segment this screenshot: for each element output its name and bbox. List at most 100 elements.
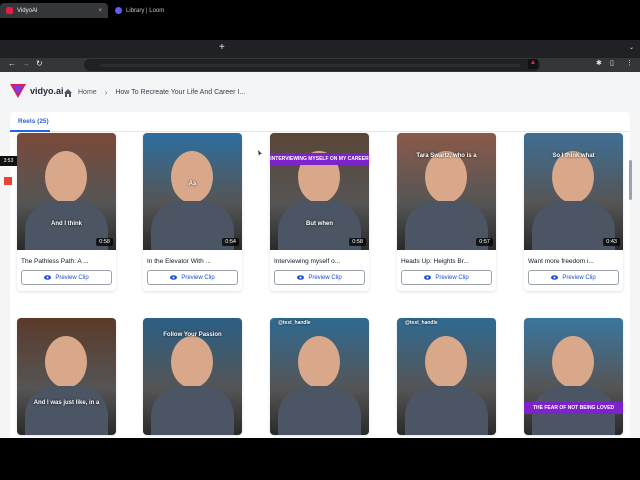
chevron-right-icon: › <box>104 88 108 97</box>
reel-caption: And I think <box>51 221 82 227</box>
reel-thumbnail[interactable]: Follow Your Passion <box>143 318 242 435</box>
speaker-body <box>25 386 108 435</box>
reel-card[interactable]: @test_handle <box>397 318 496 435</box>
reel-thumbnail[interactable]: And I was just like, in a <box>17 318 116 435</box>
screen: VidyoAI × Library | Loom + ⌄ ← → ↻ ▮ ▲ ✱… <box>0 0 640 480</box>
reel-thumbnail[interactable]: @test_handle <box>397 318 496 435</box>
tab-active-indicator <box>10 130 50 132</box>
speaker-body <box>151 386 234 435</box>
preview-clip-label: Preview Clip <box>55 274 89 281</box>
speaker-face <box>552 336 594 388</box>
eye-icon <box>424 275 432 280</box>
reel-card[interactable]: So I think what 0:43 Want more freedom i..… <box>524 133 623 291</box>
reel-thumbnail[interactable]: INTERVIEWING MYSELF ON MY CAREER But when… <box>270 133 369 250</box>
reel-title: Want more freedom i... <box>528 258 594 265</box>
reel-caption: Tara Swartz, who is a <box>416 153 477 159</box>
duration-badge: 0:58 <box>96 238 113 246</box>
reel-card[interactable]: THE FEAR OF NOT BEING LOVED <box>524 318 623 435</box>
tab-search-icon[interactable]: ⌄ <box>629 44 634 51</box>
reels-panel: Reels (25) And I think 0:58 The Pathless P… <box>10 112 630 438</box>
tab-loom[interactable]: Library | Loom <box>109 3 213 18</box>
extension-vidyo-icon[interactable]: ▲ <box>528 59 538 69</box>
browser-tab-bar <box>0 40 640 58</box>
logo-text: vidyo.ai <box>30 86 64 96</box>
reel-thumbnail[interactable]: So I think what 0:43 <box>524 133 623 250</box>
speaker-face <box>171 336 213 388</box>
reel-caption: But when <box>306 221 333 227</box>
home-icon[interactable] <box>64 88 72 97</box>
eye-icon <box>170 275 178 280</box>
mouse-cursor-icon <box>258 150 262 156</box>
reel-title: Heads Up: Heights Br... <box>401 258 469 265</box>
reel-caption: As <box>188 181 197 187</box>
app-header: vidyo.ai Home › How To Recreate Your Lif… <box>0 72 640 110</box>
speaker-face <box>298 336 340 388</box>
preview-clip-label: Preview Clip <box>435 274 469 281</box>
reel-card[interactable]: INTERVIEWING MYSELF ON MY CAREER But when… <box>270 133 369 291</box>
speaker-face <box>425 336 467 388</box>
speaker-face <box>45 336 87 388</box>
caption-banner: INTERVIEWING MYSELF ON MY CAREER <box>270 153 369 165</box>
speaker-body <box>278 386 361 435</box>
reel-thumbnail[interactable]: THE FEAR OF NOT BEING LOVED <box>524 318 623 435</box>
preview-clip-label: Preview Clip <box>181 274 215 281</box>
reel-title: In the Elevator With ... <box>147 258 211 265</box>
reload-icon[interactable]: ↻ <box>36 59 43 68</box>
eye-icon <box>44 275 52 280</box>
speaker-body <box>405 386 488 435</box>
duration-badge: 0:43 <box>603 238 620 246</box>
reel-card[interactable]: As 0:54 In the Elevator With ... Preview Cl… <box>143 133 242 291</box>
speaker-face <box>171 151 213 203</box>
reel-caption: Follow Your Passion <box>163 332 222 338</box>
back-icon[interactable]: ← <box>8 59 16 68</box>
sidebar-icon[interactable]: ▯ <box>610 59 614 67</box>
reel-caption: And I was just like, in a <box>33 400 100 406</box>
menu-kebab-icon[interactable]: ⋮ <box>626 59 633 67</box>
preview-clip-button[interactable]: Preview Clip <box>528 270 619 285</box>
preview-clip-button[interactable]: Preview Clip <box>21 270 112 285</box>
vidyo-favicon-icon <box>6 7 13 14</box>
preview-clip-label: Preview Clip <box>308 274 342 281</box>
page-title: How To Recreate Your Life And Career I..… <box>115 89 246 96</box>
blurred-url <box>100 64 520 67</box>
page-content: vidyo.ai Home › How To Recreate Your Lif… <box>0 72 640 438</box>
speaker-face <box>45 151 87 203</box>
reel-title: Interviewing myself o... <box>274 258 341 265</box>
breadcrumb: Home › How To Recreate Your Life And Car… <box>64 88 245 97</box>
loom-favicon-icon <box>115 7 122 14</box>
breadcrumb-home[interactable]: Home <box>78 89 97 96</box>
reel-card[interactable]: Follow Your Passion <box>143 318 242 435</box>
duration-badge: 0:58 <box>349 238 366 246</box>
preview-clip-button[interactable]: Preview Clip <box>274 270 365 285</box>
reel-thumbnail[interactable]: And I think 0:58 <box>17 133 116 250</box>
extensions-puzzle-icon[interactable]: ✱ <box>596 59 602 67</box>
reel-card[interactable]: @test_handle <box>270 318 369 435</box>
reel-card[interactable]: And I was just like, in a <box>17 318 116 435</box>
recording-timer: 3:53 <box>0 156 17 166</box>
reel-thumbnail[interactable]: As 0:54 <box>143 133 242 250</box>
tab-label: VidyoAI <box>17 7 38 14</box>
reel-thumbnail[interactable]: Tara Swartz, who is a 0:57 <box>397 133 496 250</box>
eye-icon <box>551 275 559 280</box>
reel-card[interactable]: And I think 0:58 The Pathless Path: A ... P… <box>17 133 116 291</box>
stop-recording-button[interactable] <box>4 177 12 185</box>
scrollbar[interactable] <box>629 160 632 200</box>
preview-clip-button[interactable]: Preview Clip <box>147 270 238 285</box>
logo[interactable]: vidyo.ai <box>10 84 64 98</box>
reel-thumbnail[interactable]: @test_handle <box>270 318 369 435</box>
duration-badge: 0:57 <box>476 238 493 246</box>
reel-caption: @test_handle <box>405 320 438 326</box>
tab-vidyoai[interactable]: VidyoAI × <box>0 3 108 18</box>
reel-card[interactable]: Tara Swartz, who is a 0:57 Heads Up: Heigh… <box>397 133 496 291</box>
tab-label: Library | Loom <box>126 7 165 14</box>
close-tab-icon[interactable]: × <box>98 8 102 14</box>
preview-clip-button[interactable]: Preview Clip <box>401 270 492 285</box>
forward-icon[interactable]: → <box>22 59 30 68</box>
tabs: Reels (25) <box>10 112 630 132</box>
tab-reels[interactable]: Reels (25) <box>18 118 49 125</box>
reel-caption: @test_handle <box>278 320 311 326</box>
new-tab-button[interactable]: + <box>219 43 225 53</box>
vidyo-logo-icon <box>10 84 26 98</box>
preview-clip-label: Preview Clip <box>562 274 596 281</box>
reel-caption: THE FEAR OF NOT BEING LOVED <box>524 402 623 414</box>
